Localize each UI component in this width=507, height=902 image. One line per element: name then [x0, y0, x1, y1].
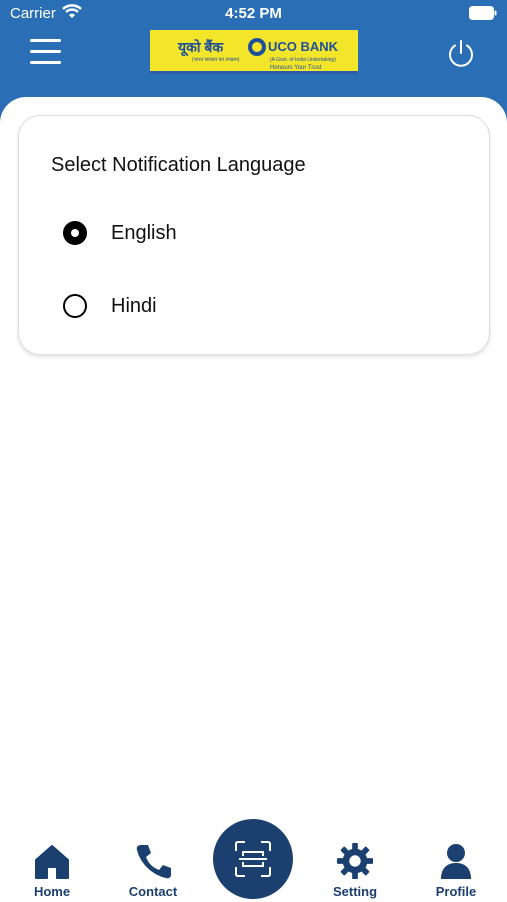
- logo-hindi-text: यूको बैंक: [178, 39, 224, 55]
- nav-contact[interactable]: Contact: [113, 842, 193, 902]
- card-title: Select Notification Language: [51, 154, 306, 176]
- battery-icon: [469, 6, 497, 20]
- language-card: Select Notification Language English Hin…: [18, 115, 490, 355]
- power-icon[interactable]: [446, 38, 476, 68]
- hamburger-icon: [30, 39, 61, 42]
- person-icon: [441, 844, 471, 879]
- logo-emblem-icon: [248, 38, 266, 56]
- bottom-nav: Home Contact Setting Profile: [0, 812, 507, 900]
- menu-button[interactable]: [28, 36, 64, 68]
- scan-button[interactable]: [213, 819, 293, 899]
- radio-option-hindi[interactable]: Hindi: [59, 286, 419, 326]
- nav-setting[interactable]: Setting: [315, 842, 395, 902]
- status-bar: Carrier 4:52 PM: [0, 0, 507, 28]
- nav-profile[interactable]: Profile: [416, 842, 496, 902]
- radio-checked-icon[interactable]: [63, 221, 87, 245]
- phone-icon: [136, 845, 171, 879]
- logo-tagline: Honours Your Trust: [270, 65, 322, 71]
- radio-label-hindi: Hindi: [111, 295, 157, 317]
- scan-icon: [235, 841, 271, 877]
- nav-contact-label: Contact: [128, 884, 178, 899]
- logo-english-sub: (A Govt. of India Undertaking): [270, 57, 336, 63]
- gear-icon: [336, 842, 374, 880]
- radio-option-english[interactable]: English: [59, 213, 419, 253]
- nav-home-label: Home: [33, 884, 71, 899]
- nav-profile-label: Profile: [435, 884, 477, 899]
- status-time: 4:52 PM: [225, 5, 282, 22]
- logo-hindi-sub: (भारत सरकार का उपक्रम): [192, 57, 240, 63]
- radio-unchecked-icon[interactable]: [63, 294, 87, 318]
- nav-home[interactable]: Home: [12, 842, 92, 902]
- home-icon: [35, 845, 69, 879]
- logo-english-text: UCO BANK: [268, 39, 339, 54]
- bank-logo: यूको बैंक UCO BANK (भारत सरकार का उपक्रम…: [150, 30, 358, 74]
- nav-setting-label: Setting: [332, 884, 378, 899]
- radio-label-english: English: [111, 222, 177, 244]
